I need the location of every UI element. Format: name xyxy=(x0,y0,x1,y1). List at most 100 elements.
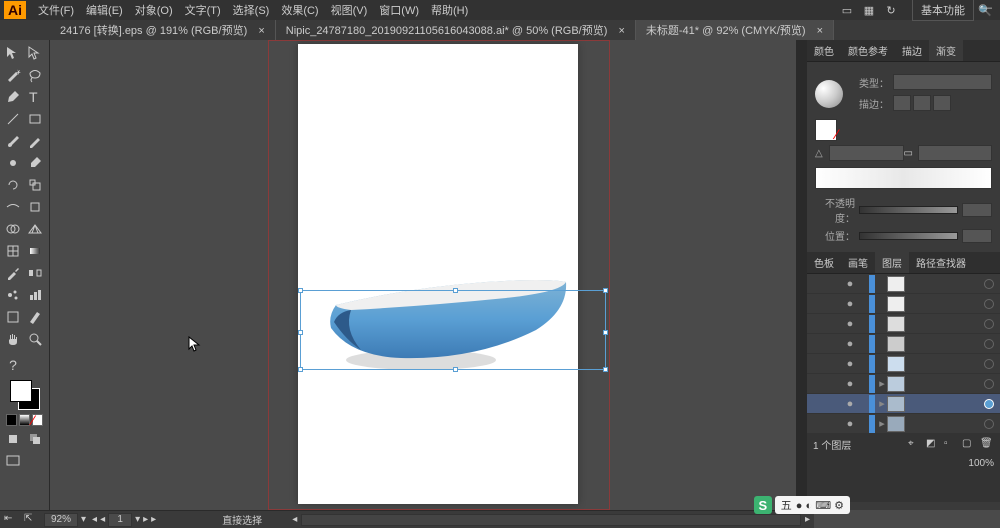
fill-stroke-swatch[interactable] xyxy=(10,380,40,410)
nav-first-icon[interactable]: ⇤ xyxy=(4,513,18,527)
slice-tool[interactable] xyxy=(24,306,46,328)
visibility-icon[interactable]: ● xyxy=(843,338,857,350)
visibility-icon[interactable]: ● xyxy=(843,418,857,430)
layer-item[interactable]: ●▸ xyxy=(807,394,1000,414)
fill-color[interactable] xyxy=(10,380,32,402)
hand-tool[interactable] xyxy=(2,328,24,350)
gradient-preview[interactable] xyxy=(815,80,843,108)
new-sublayer-icon[interactable]: ▫ xyxy=(944,438,958,452)
tab-stroke[interactable]: 描边 xyxy=(895,40,929,61)
visibility-icon[interactable]: ● xyxy=(843,318,857,330)
close-icon[interactable]: × xyxy=(258,25,264,37)
symbol-sprayer-tool[interactable] xyxy=(2,284,24,306)
close-icon[interactable]: × xyxy=(618,25,624,37)
draw-mode-normal[interactable] xyxy=(2,428,24,450)
selection-tool[interactable] xyxy=(2,42,24,64)
draw-mode-behind[interactable] xyxy=(24,428,46,450)
tab-color-guide[interactable]: 颜色参考 xyxy=(841,40,895,61)
scroll-right-icon[interactable]: ▸ xyxy=(805,514,810,525)
visibility-icon[interactable]: ● xyxy=(843,358,857,370)
gradient-ramp[interactable] xyxy=(815,167,992,189)
type-tool[interactable]: T xyxy=(24,86,46,108)
selection-bounding-box[interactable] xyxy=(300,290,606,370)
menu-file[interactable]: 文件(F) xyxy=(32,0,80,20)
gradient-color-swatch[interactable]: ⁄ xyxy=(815,119,837,141)
menu-window[interactable]: 窗口(W) xyxy=(373,0,425,20)
shape-builder-tool[interactable] xyxy=(2,218,24,240)
delete-layer-icon[interactable]: 🗑 xyxy=(980,438,994,452)
width-tool[interactable] xyxy=(2,196,24,218)
menu-help[interactable]: 帮助(H) xyxy=(425,0,474,20)
pencil-tool[interactable] xyxy=(24,130,46,152)
rotate-tool[interactable] xyxy=(2,174,24,196)
locate-layer-icon[interactable]: ⌖ xyxy=(908,438,922,452)
free-transform-tool[interactable] xyxy=(24,196,46,218)
color-mode-none[interactable]: ⁄ xyxy=(32,414,43,426)
doc-tab[interactable]: 24176 [转换].eps @ 191% (RGB/预览) × xyxy=(50,20,276,40)
menu-edit[interactable]: 编辑(E) xyxy=(80,0,129,20)
chevron-down-icon[interactable]: ▾ xyxy=(135,514,140,525)
aspect-input[interactable] xyxy=(918,145,993,161)
export-icon[interactable]: ⇱ xyxy=(24,513,38,527)
arrange-docs-icon[interactable]: ▦ xyxy=(860,1,878,19)
tab-layers[interactable]: 图层 xyxy=(875,252,909,273)
mesh-tool[interactable] xyxy=(2,240,24,262)
next-artboard-icon[interactable]: ▸ xyxy=(151,514,156,525)
visibility-icon[interactable]: ● xyxy=(843,398,857,410)
opacity-slider[interactable] xyxy=(859,206,958,214)
color-mode-gradient[interactable] xyxy=(19,414,30,426)
layer-target[interactable] xyxy=(984,339,994,349)
menu-view[interactable]: 视图(V) xyxy=(325,0,374,20)
scale-tool[interactable] xyxy=(24,174,46,196)
pen-tool[interactable] xyxy=(2,86,24,108)
line-tool[interactable] xyxy=(2,108,24,130)
tab-gradient[interactable]: 渐变 xyxy=(929,40,963,61)
angle-input[interactable] xyxy=(829,145,904,161)
prev-artboard-icon[interactable]: ◂ xyxy=(92,514,97,525)
minimize-icon[interactable]: — xyxy=(981,2,992,14)
layer-target[interactable] xyxy=(984,379,994,389)
stroke-grad-btn-1[interactable] xyxy=(893,95,911,111)
layer-item[interactable]: ● xyxy=(807,294,1000,314)
layer-item[interactable]: ● xyxy=(807,334,1000,354)
gradient-tool[interactable] xyxy=(24,240,46,262)
stroke-grad-btn-3[interactable] xyxy=(933,95,951,111)
visibility-icon[interactable]: ● xyxy=(843,298,857,310)
ime-indicator[interactable]: S 五● ◐ ⌨ ⚙ xyxy=(754,496,850,514)
make-clip-icon[interactable]: ◩ xyxy=(926,438,940,452)
chevron-down-icon[interactable]: ▾ xyxy=(81,514,86,525)
next-icon[interactable]: ▸ xyxy=(143,514,148,525)
tab-brushes[interactable]: 画笔 xyxy=(841,252,875,273)
layer-item[interactable]: ● xyxy=(807,274,1000,294)
artboard-tool[interactable] xyxy=(2,306,24,328)
blob-brush-tool[interactable] xyxy=(2,152,24,174)
position-input[interactable] xyxy=(962,229,992,243)
layer-item[interactable]: ● xyxy=(807,314,1000,334)
paintbrush-tool[interactable] xyxy=(2,130,24,152)
menu-object[interactable]: 对象(O) xyxy=(129,0,179,20)
rectangle-tool[interactable] xyxy=(24,108,46,130)
perspective-grid-tool[interactable] xyxy=(24,218,46,240)
close-icon[interactable]: × xyxy=(817,25,823,37)
zoom-input[interactable] xyxy=(44,513,78,527)
new-layer-icon[interactable]: ▢ xyxy=(962,438,976,452)
tab-color[interactable]: 颜色 xyxy=(807,40,841,61)
menu-effect[interactable]: 效果(C) xyxy=(275,0,324,20)
canvas-area[interactable] xyxy=(50,40,796,510)
zoom-tool[interactable] xyxy=(24,328,46,350)
horizontal-scrollbar[interactable] xyxy=(301,514,801,526)
gradient-type-select[interactable] xyxy=(893,74,992,90)
opacity-input[interactable] xyxy=(962,203,992,217)
menu-type[interactable]: 文字(T) xyxy=(179,0,227,20)
page-input[interactable] xyxy=(108,513,132,527)
layer-item[interactable]: ●▸ xyxy=(807,414,1000,434)
direct-selection-tool[interactable] xyxy=(24,42,46,64)
help-tool[interactable]: ? xyxy=(2,354,24,376)
layer-target[interactable] xyxy=(984,359,994,369)
panel-dock[interactable] xyxy=(796,40,806,510)
sync-icon[interactable]: ↻ xyxy=(882,1,900,19)
menu-select[interactable]: 选择(S) xyxy=(227,0,276,20)
visibility-icon[interactable]: ● xyxy=(843,278,857,290)
layer-item[interactable]: ●▸ xyxy=(807,374,1000,394)
magic-wand-tool[interactable] xyxy=(2,64,24,86)
